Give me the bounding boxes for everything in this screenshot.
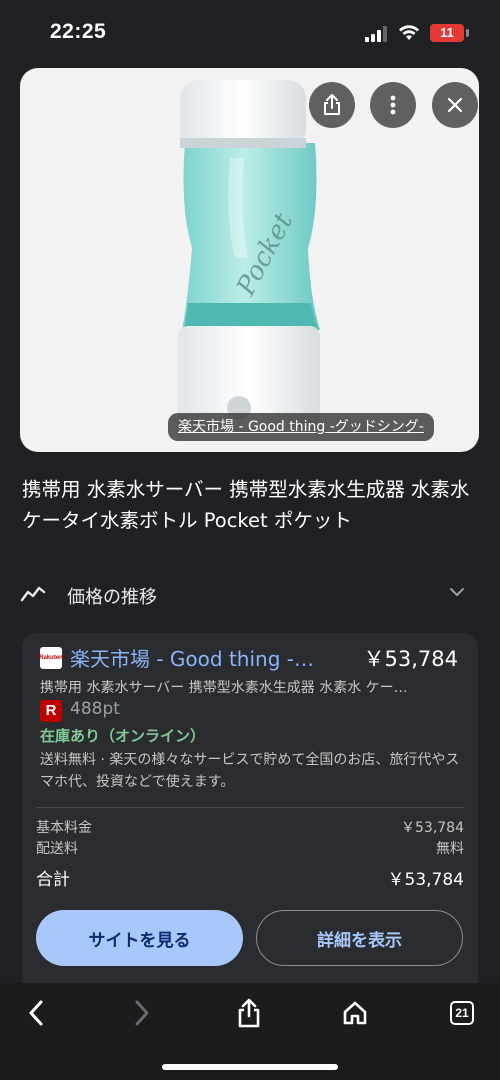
divider: [36, 807, 464, 808]
chevron-left-icon: [29, 1000, 43, 1026]
product-image[interactable]: Pocket 楽天市場 - Good thing -グッドシング-: [20, 68, 479, 452]
share-icon: [238, 998, 260, 1028]
chevron-down-icon: [450, 588, 464, 596]
tab-count: 21: [450, 1001, 474, 1025]
price-history-toggle[interactable]: 価格の推移: [20, 578, 480, 614]
offer-description: 携帯用 水素水サーバー 携帯型水素水生成器 水素水 ケー…: [40, 680, 408, 696]
battery-cap: [466, 29, 469, 37]
home-button[interactable]: [333, 991, 377, 1035]
close-button[interactable]: [432, 82, 478, 128]
share-button[interactable]: [309, 82, 355, 128]
product-title: 携帯用 水素水サーバー 携帯型水素水生成器 水素水 ケータイ水素ボトル Pock…: [22, 478, 470, 532]
offer-price: ￥53,784: [363, 647, 458, 671]
battery-indicator: 11: [430, 24, 464, 42]
view-site-button[interactable]: サイトを見る: [36, 910, 243, 966]
base-price-value: ￥53,784: [401, 820, 464, 836]
stock-status: 在庫あり（オンライン）: [40, 727, 206, 745]
store-name-link[interactable]: 楽天市場 - Good thing -…: [70, 643, 320, 672]
back-button[interactable]: [14, 991, 58, 1035]
total-value: ￥53,784: [387, 870, 464, 890]
rakuten-store-icon: Rakuten: [39, 647, 63, 669]
home-icon: [343, 1001, 367, 1025]
cellular-signal-icon: [365, 26, 387, 42]
total-label: 合計: [36, 870, 70, 890]
total-row: 合計 ￥53,784: [36, 865, 464, 890]
shipping-row: 配送料 無料: [36, 838, 464, 858]
rakuten-points-icon: R: [40, 700, 62, 722]
image-source-link[interactable]: 楽天市場 - Good thing -グッドシング-: [168, 413, 434, 441]
share-icon: [324, 94, 340, 115]
points-value: 488pt: [70, 699, 120, 719]
view-details-button[interactable]: 詳細を表示: [256, 910, 463, 966]
forward-button[interactable]: [120, 991, 164, 1035]
more-options-button[interactable]: [370, 82, 416, 128]
trending-icon: [20, 586, 46, 602]
home-indicator: [162, 1064, 338, 1070]
status-bar: 22:25 11: [0, 0, 500, 66]
close-icon: [447, 97, 463, 113]
more-vert-icon: [390, 95, 396, 115]
offer-card: Rakuten 楽天市場 - Good thing -… ￥53,784 携帯用…: [22, 633, 478, 983]
chevron-right-icon: [135, 1000, 149, 1026]
toolbar-share-button[interactable]: [227, 991, 271, 1035]
base-price-row: 基本料金 ￥53,784: [36, 817, 464, 837]
tab-switcher-button[interactable]: 21: [440, 991, 484, 1035]
status-time: 22:25: [50, 20, 107, 43]
shipping-note: 送料無料 · 楽天の様々なサービスで貯めて全国のお店、旅行代やスマホ代、投資など…: [40, 752, 460, 790]
shipping-label: 配送料: [36, 841, 78, 857]
wifi-icon: [399, 25, 419, 40]
base-price-label: 基本料金: [36, 820, 92, 836]
bottle-illustration: Pocket: [178, 80, 320, 426]
shipping-value: 無料: [436, 841, 464, 857]
price-history-label: 価格の推移: [67, 587, 157, 608]
